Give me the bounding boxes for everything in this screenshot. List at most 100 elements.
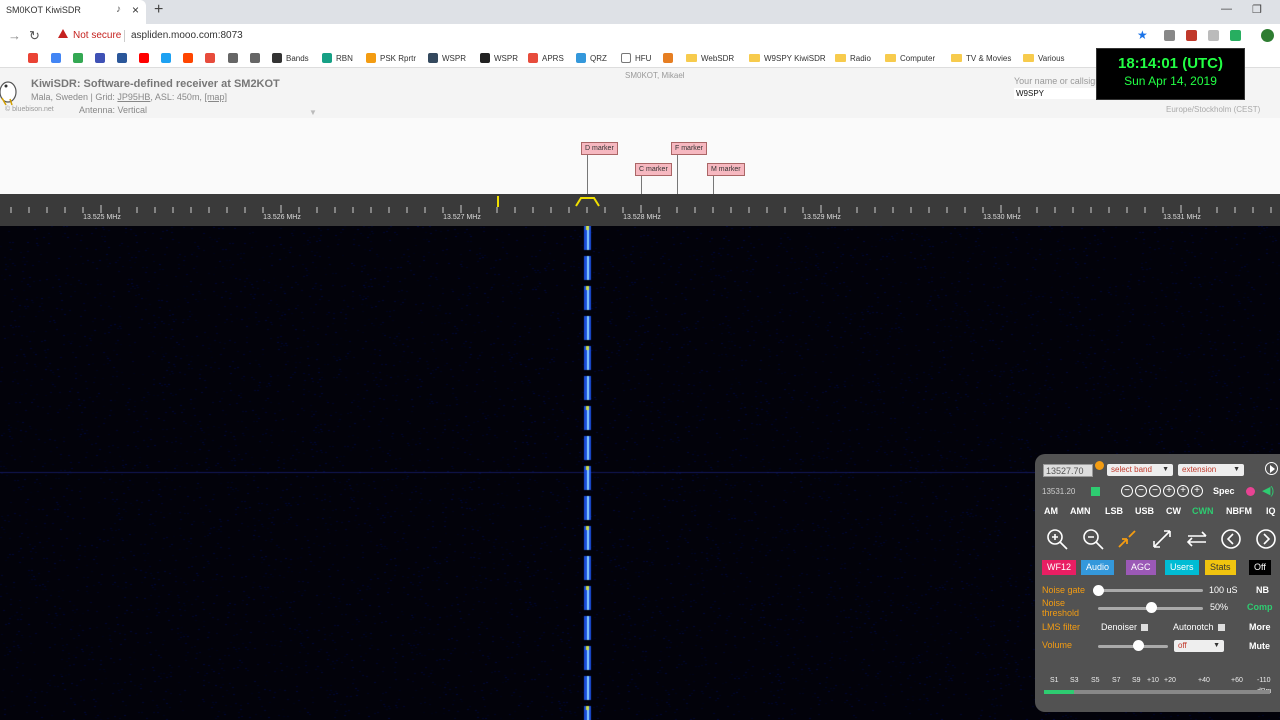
bookmark-4[interactable] [117,51,131,65]
bookmark-21[interactable]: W9SPY KiwiSDR [749,51,826,65]
address-bar[interactable]: aspliden.mooo.com:8073 [131,30,243,41]
zoom-in-icon[interactable] [1045,527,1069,551]
tab-wf12[interactable]: WF12 [1042,560,1077,575]
zoom-plus-icon[interactable]: + [1163,485,1175,497]
forward-icon[interactable]: → [8,28,21,43]
bookmark-11[interactable]: Bands [272,51,309,65]
warning-icon[interactable] [58,29,68,38]
mode-cw-button[interactable]: CW [1166,506,1181,516]
map-link[interactable]: [map] [204,92,227,102]
bookmark-19[interactable] [663,51,677,65]
tab-audio-icon[interactable]: ♪ [116,4,121,15]
autonotch-checkbox[interactable] [1217,624,1225,632]
tab-close-icon[interactable]: × [132,3,139,17]
noise-gate-slider[interactable] [1093,585,1104,596]
bookmark-3[interactable] [95,51,109,65]
more-button[interactable]: More [1249,622,1271,632]
zoom-band-icon[interactable] [1115,527,1139,551]
autonotch-toggle[interactable]: Autonotch [1173,622,1225,632]
bookmark-0[interactable] [28,51,42,65]
bookmark-14[interactable]: WSPR [428,51,466,65]
mode-cwn-button[interactable]: CWN [1192,506,1214,516]
bookmark-8[interactable] [205,51,219,65]
extension-select[interactable]: extension ▼ [1178,464,1244,476]
tab-off[interactable]: Off [1249,560,1271,575]
mode-iq-button[interactable]: IQ [1266,506,1276,516]
credit-link[interactable]: © bluebison.net [5,106,54,113]
marker-label[interactable]: M marker [707,163,745,176]
callsign-input[interactable] [1014,88,1098,99]
mode-usb-button[interactable]: USB [1135,506,1154,516]
status-indicator[interactable] [1091,487,1100,496]
extension-icon[interactable] [1208,30,1219,41]
volume-select[interactable]: off ▼ [1174,640,1224,652]
mode-lsb-button[interactable]: LSB [1105,506,1123,516]
zoom-plus-icon[interactable]: + [1177,485,1189,497]
tab-agc[interactable]: AGC [1126,560,1156,575]
record-icon[interactable] [1246,487,1255,496]
extension-icon[interactable] [1186,30,1197,41]
bookmark-6[interactable] [161,51,175,65]
play-icon[interactable] [1265,462,1278,475]
bookmark-18[interactable]: HFU [621,51,651,65]
noise-threshold-slider[interactable] [1145,602,1157,613]
zoom-plus-icon[interactable]: + [1191,485,1203,497]
bookmark-1[interactable] [51,51,65,65]
minimize-icon[interactable]: — [1221,3,1232,15]
grid-link[interactable]: JP95HB [117,92,150,102]
bookmark-2[interactable] [73,51,87,65]
frequency-input[interactable] [1043,464,1093,477]
bookmark-23[interactable]: Computer [885,51,935,65]
marker-label[interactable]: F marker [671,142,707,155]
bookmark-7[interactable] [183,51,197,65]
browser-tab[interactable]: SM0KOT KiwiSDR ♪ × [0,0,146,24]
denoiser-checkbox[interactable] [1141,624,1149,632]
bookmark-9[interactable] [228,51,242,65]
noise-gate-track[interactable] [1098,589,1203,592]
speaker-icon[interactable]: ◀) [1262,486,1276,497]
zoom-out-icon[interactable] [1081,527,1105,551]
swap-arrows-icon[interactable] [1185,527,1209,551]
bookmark-5[interactable] [139,51,153,65]
page-left-icon[interactable] [1219,527,1243,551]
zoom-minus-icon[interactable]: − [1149,485,1161,497]
mode-am-button[interactable]: AM [1044,506,1058,516]
page-right-icon[interactable] [1254,527,1278,551]
bookmark-star-icon[interactable]: ★ [1137,28,1148,42]
bookmark-22[interactable]: Radio [835,51,871,65]
frequency-step-icon[interactable] [1095,461,1104,470]
profile-avatar[interactable] [1261,29,1274,42]
restore-icon[interactable]: ❐ [1252,3,1262,16]
collapse-chevron-icon[interactable]: ▼ [309,108,323,117]
bookmark-13[interactable]: PSK Rprtr [366,51,416,65]
mode-amn-button[interactable]: AMN [1070,506,1091,516]
new-tab-button[interactable]: + [154,1,163,19]
tab-audio[interactable]: Audio [1081,560,1115,575]
bookmark-25[interactable]: Various [1023,51,1065,65]
band-select[interactable]: select band ▼ [1107,464,1173,476]
bookmark-17[interactable]: QRZ [576,51,607,65]
comp-button[interactable]: Comp [1247,602,1273,612]
zoom-minus-icon[interactable]: − [1135,485,1147,497]
not-secure-label[interactable]: Not secure [73,30,121,41]
mute-button[interactable]: Mute [1249,641,1270,651]
bookmark-24[interactable]: TV & Movies [951,51,1011,65]
nb-button[interactable]: NB [1256,585,1269,595]
tab-users[interactable]: Users [1165,560,1199,575]
extension-icon[interactable] [1164,30,1175,41]
frequency-scale[interactable]: 13.525 MHz 13.526 MHz 13.527 MHz 13.528 MHz… [0,194,1280,226]
bookmark-15[interactable]: WSPR [480,51,518,65]
bookmark-16[interactable]: APRS [528,51,564,65]
tab-stats[interactable]: Stats [1205,560,1236,575]
spec-button[interactable]: Spec [1213,486,1235,496]
bookmark-12[interactable]: RBN [322,51,353,65]
denoiser-toggle[interactable]: Denoiser [1101,622,1149,632]
zoom-minus-icon[interactable]: − [1121,485,1133,497]
marker-label[interactable]: D marker [581,142,618,155]
reload-icon[interactable]: ↻ [29,28,40,44]
mode-nbfm-button[interactable]: NBFM [1226,506,1252,516]
bookmark-10[interactable] [250,51,264,65]
volume-slider[interactable] [1132,640,1144,651]
marker-label[interactable]: C marker [635,163,672,176]
zoom-max-icon[interactable] [1150,527,1174,551]
